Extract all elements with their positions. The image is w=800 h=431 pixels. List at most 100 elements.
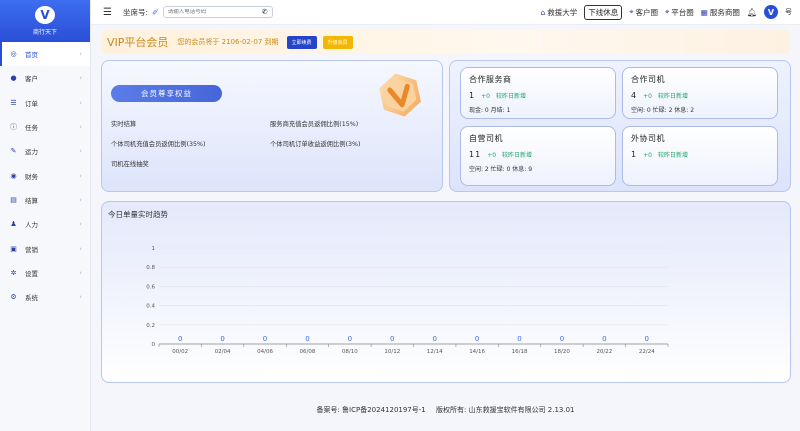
copyright-text: 版权所有: 山东救援宝软件有限公司 2.13.01: [435, 406, 575, 414]
x-tick-label: 14/16: [469, 349, 485, 355]
stat-title: 合作司机: [631, 75, 665, 84]
phone-input[interactable]: [167, 9, 262, 15]
sidebar-item[interactable]: ☰ 订单 ›: [0, 91, 90, 115]
sidebar-item[interactable]: ⓘ 任务 ›: [0, 115, 90, 139]
chevron-right-icon: ›: [79, 244, 82, 253]
stats-panel: 合作服务商 1 +0 较昨日新增 现金: 0 月结: 1 合作司机 4 +0 较昨日新增…: [449, 60, 791, 192]
header-link-provider-circle[interactable]: ▦ 服务商圈: [701, 7, 740, 18]
member-benefits-card: 会员尊享权益 实时结算 服务商充值会员返佣比例(15%) 个体司机充值会员返佣比…: [101, 60, 443, 192]
sidebar-item-label: 任务: [25, 124, 38, 133]
renew-button[interactable]: 立即续费: [286, 35, 317, 49]
location-icon: ⌖: [629, 7, 634, 16]
sidebar-item[interactable]: ▣ 营销 ›: [0, 236, 90, 260]
x-tick-label: 22/24: [639, 349, 655, 355]
stat-delta: +0: [481, 93, 490, 100]
vip-title: VIP平台会员: [107, 36, 169, 49]
x-tick-label: 02/04: [215, 349, 231, 355]
sidebar-item[interactable]: ♟ 人力 ›: [0, 212, 90, 236]
user-name[interactable]: 号: [785, 7, 792, 17]
chevron-right-icon: ›: [79, 220, 82, 229]
stat-count: 1: [631, 150, 638, 159]
chevron-right-icon: ›: [79, 293, 82, 302]
stat-note: 较昨日新增: [657, 93, 688, 100]
stat-detail: 空闲: 0 忙碌: 2 休息: 2: [631, 107, 695, 114]
offline-rest-button[interactable]: 下线休息: [584, 4, 623, 20]
stat-note: 较昨日新增: [495, 93, 526, 100]
chevron-right-icon: ›: [79, 50, 82, 59]
y-tick-label: 0.8: [146, 265, 155, 271]
y-tick-label: 0: [152, 342, 156, 348]
stat-delta: +0: [643, 152, 652, 159]
sidebar-item[interactable]: ✲ 设置 ›: [0, 261, 90, 285]
footer: 备案号: 鲁ICP备2024120197号-1 版权所有: 山东救援宝软件有限公…: [91, 405, 800, 415]
sidebar: V 商行天下 ◎ 首页 › ● 客户 › ☰ 订单 › ⓘ 任务 › ✎ 运力 › ◉ 财务 › ▤ 结算 › ♟ 人力 › ▣…: [0, 0, 91, 431]
logo-mark-icon: V: [35, 6, 55, 24]
user-icon: ●: [10, 74, 17, 83]
upgrade-button[interactable]: 升级会员: [322, 35, 353, 49]
vip-expire-text: 您的会员将于 2106-02-07 到期: [177, 38, 279, 46]
stat-note: 较昨日新增: [502, 152, 533, 159]
benefit-item: 服务商充值会员返佣比例(15%): [270, 121, 359, 128]
seat-label: 坐席号:: [122, 7, 148, 17]
sidebar-item-label: 结算: [25, 196, 38, 205]
icp-record[interactable]: 备案号: 鲁ICP备2024120197号-1: [316, 406, 425, 414]
bar-value-label: 0: [305, 335, 309, 343]
stat-note: 较昨日新增: [657, 152, 688, 159]
bar-value-label: 0: [560, 335, 564, 343]
sidebar-item[interactable]: ▤ 结算 ›: [0, 188, 90, 212]
stat-count: 4: [631, 91, 638, 100]
grid-icon: ▦: [700, 7, 708, 17]
x-tick-label: 16/18: [512, 349, 528, 355]
stat-card-external-driver[interactable]: 外协司机 1 +0 较昨日新增: [622, 126, 778, 186]
bell-icon[interactable]: 🔔︎: [747, 8, 757, 17]
sidebar-menu: ◎ 首页 › ● 客户 › ☰ 订单 › ⓘ 任务 › ✎ 运力 › ◉ 财务 › ▤ 结算 › ♟ 人力 › ▣ 营销 › ✲ 设置 ›…: [0, 42, 90, 309]
stat-card-partner-provider[interactable]: 合作服务商 1 +0 较昨日新增 现金: 0 月结: 1: [460, 67, 616, 119]
header-link-customer-circle[interactable]: ⌖ 客户圈: [629, 7, 658, 18]
logo-text: 商行天下: [32, 29, 57, 36]
app-logo[interactable]: V 商行天下: [0, 0, 90, 42]
sidebar-item-label: 系统: [25, 294, 38, 303]
x-tick-label: 08/10: [342, 349, 358, 355]
bar-value-label: 0: [220, 335, 224, 343]
menu-toggle-icon[interactable]: ☰: [103, 7, 112, 18]
benefit-item: 个体司机充值会员返佣比例(35%): [111, 141, 206, 148]
sidebar-item[interactable]: ◎ 首页 ›: [0, 42, 90, 67]
y-tick-label: 1: [152, 246, 156, 252]
phone-icon[interactable]: ✆: [262, 8, 268, 16]
x-tick-label: 06/08: [300, 349, 316, 355]
member-benefits-button[interactable]: 会员尊享权益: [111, 85, 222, 102]
y-tick-label: 0.4: [146, 304, 155, 310]
phone-search-box[interactable]: ✆: [162, 6, 273, 18]
sidebar-item-label: 营销: [25, 245, 38, 254]
sidebar-item-label: 设置: [25, 269, 38, 278]
chevron-right-icon: ›: [79, 268, 82, 277]
sidebar-item[interactable]: ✎ 运力 ›: [0, 139, 90, 163]
sidebar-item[interactable]: ● 客户 ›: [0, 66, 90, 90]
top-header: ☰ 坐席号: ✐ ✆ ⌂救援大学 下线休息 ⌖客户圈 ⌖平台圈 ▦服务商圈 🔔︎…: [91, 0, 800, 25]
stat-delta: +0: [643, 93, 652, 100]
trend-chart: 0 0.2 0.4 0.6 0.8 1 0 00/02 0 02/04 0 04/06 0 06/08 0 0…: [146, 246, 669, 355]
benefit-item: 实时结算: [111, 121, 137, 128]
stat-card-partner-driver[interactable]: 合作司机 4 +0 较昨日新增 空闲: 0 忙碌: 2 休息: 2: [622, 67, 778, 119]
header-link-platform-circle[interactable]: ⌖ 平台圈: [665, 7, 694, 18]
stat-count: 1: [469, 91, 476, 100]
x-tick-label: 20/22: [596, 349, 612, 355]
cart-icon: ▣: [10, 244, 17, 253]
sidebar-item-label: 人力: [25, 221, 38, 230]
x-tick-label: 12/14: [427, 349, 443, 355]
stat-detail: 空闲: 2 忙碌: 0 休息: 9: [469, 166, 533, 173]
seat-edit-icon[interactable]: ✐: [152, 8, 159, 17]
bar-value-label: 0: [390, 335, 394, 343]
person-icon: ♟: [10, 220, 17, 229]
sidebar-item[interactable]: ⚙ 系统 ›: [0, 285, 90, 309]
stat-count: 11: [469, 150, 482, 159]
avatar[interactable]: V: [764, 5, 778, 19]
building-icon: ⌂: [540, 7, 546, 17]
stat-card-self-driver[interactable]: 自营司机 11 +0 较昨日新增 空闲: 2 忙碌: 0 休息: 9: [460, 126, 616, 186]
sidebar-item-label: 订单: [25, 99, 38, 108]
y-tick-label: 0.6: [146, 284, 155, 290]
stat-title: 自营司机: [469, 134, 503, 143]
sidebar-item[interactable]: ◉ 财务 ›: [0, 163, 90, 187]
header-link-rescue-university[interactable]: ⌂ 救援大学: [541, 7, 578, 18]
bar-value-label: 0: [348, 335, 352, 343]
